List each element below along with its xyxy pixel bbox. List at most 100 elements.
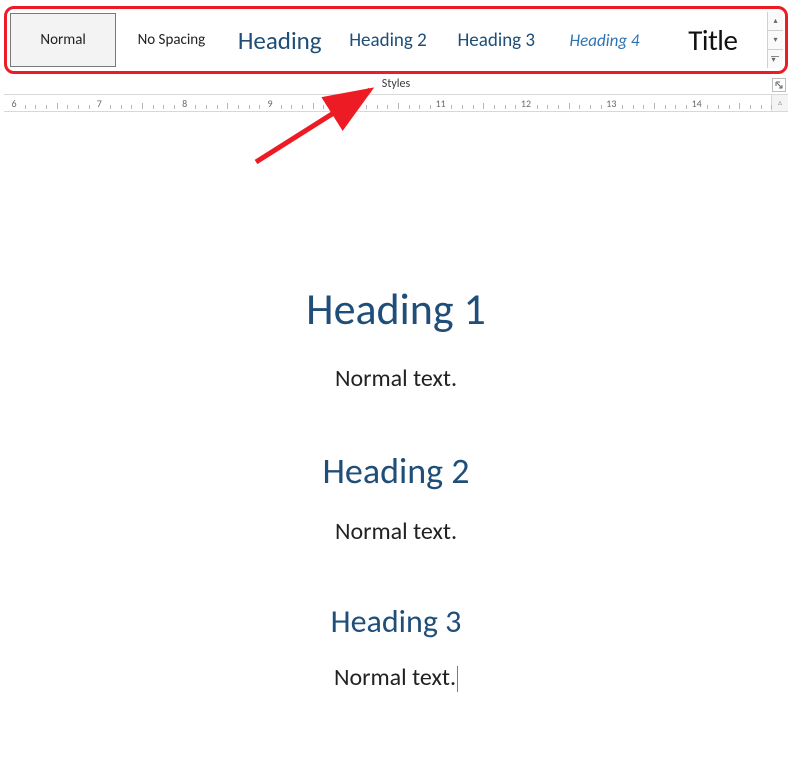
ruler-minor-tick bbox=[163, 105, 164, 109]
ruler-minor-tick bbox=[46, 105, 47, 109]
style-option-label: Heading 2 bbox=[349, 29, 427, 52]
ruler-minor-tick bbox=[665, 105, 666, 109]
ruler-minor-tick bbox=[622, 105, 623, 109]
ruler-minor-tick bbox=[473, 105, 474, 109]
ruler-minor-tick bbox=[206, 105, 207, 109]
ruler-minor-tick bbox=[643, 105, 644, 109]
ruler-minor-tick bbox=[675, 105, 676, 109]
ruler-minor-tick bbox=[707, 105, 708, 109]
styles-dialog-launcher[interactable] bbox=[772, 78, 786, 92]
ruler-minor-tick bbox=[89, 105, 90, 109]
style-option-label: Title bbox=[688, 22, 737, 58]
annotation-highlight-box: Normal No Spacing Heading Heading 2 Heading … bbox=[4, 6, 788, 74]
ruler-minor-tick bbox=[387, 105, 388, 109]
style-option-title[interactable]: Title bbox=[660, 13, 766, 67]
ruler-minor-tick bbox=[419, 105, 420, 109]
ruler-minor-tick bbox=[334, 105, 335, 109]
ruler-minor-tick bbox=[302, 105, 303, 109]
ruler-minor-tick bbox=[505, 105, 506, 109]
doc-paragraph[interactable]: Normal text. bbox=[40, 517, 752, 546]
document-page[interactable]: Heading 1 Normal text. Heading 2 Normal tex… bbox=[0, 142, 792, 772]
ruler-minor-tick bbox=[142, 103, 143, 109]
ruler-minor-tick bbox=[227, 103, 228, 109]
ruler-scroll-icon: ▵ bbox=[772, 95, 788, 111]
ruler-minor-tick bbox=[195, 105, 196, 109]
ruler-minor-tick bbox=[483, 103, 484, 109]
ruler-minor-tick bbox=[590, 105, 591, 109]
ruler-minor-tick bbox=[25, 105, 26, 109]
ruler-minor-tick bbox=[323, 105, 324, 109]
ruler-minor-tick bbox=[313, 103, 314, 109]
ruler-minor-tick bbox=[366, 105, 367, 109]
ruler-mark: 9 bbox=[267, 97, 272, 110]
ruler-minor-tick bbox=[67, 105, 68, 109]
doc-heading[interactable]: Heading 1 bbox=[40, 282, 752, 336]
ruler-minor-tick bbox=[430, 105, 431, 109]
ruler-minor-tick bbox=[57, 103, 58, 109]
ruler-minor-tick bbox=[35, 105, 36, 109]
ruler-mark: 6 bbox=[11, 97, 16, 110]
ruler-minor-tick bbox=[537, 105, 538, 109]
ruler-mark: 11 bbox=[436, 97, 446, 110]
styles-group-label: Styles bbox=[382, 77, 410, 91]
style-option-label: Normal bbox=[40, 31, 85, 49]
ruler-minor-tick bbox=[259, 105, 260, 109]
doc-paragraph[interactable]: Normal text. bbox=[40, 364, 752, 393]
styles-gallery: Normal No Spacing Heading Heading 2 Heading … bbox=[9, 12, 783, 68]
gallery-expand[interactable]: ▾ bbox=[768, 50, 783, 68]
ruler-minor-tick bbox=[110, 105, 111, 109]
ruler-minor-tick bbox=[633, 105, 634, 109]
ruler-mark: 7 bbox=[97, 97, 102, 110]
ruler-minor-tick bbox=[515, 105, 516, 109]
ruler-minor-tick bbox=[547, 105, 548, 109]
ruler-mark: 14 bbox=[692, 97, 702, 110]
style-option-label: Heading bbox=[238, 25, 322, 56]
ruler-minor-tick bbox=[462, 105, 463, 109]
ruler-mark: 12 bbox=[521, 97, 531, 110]
ruler-minor-tick bbox=[131, 105, 132, 109]
ruler-minor-tick bbox=[377, 105, 378, 109]
ruler-minor-tick bbox=[739, 103, 740, 109]
ruler-minor-tick bbox=[761, 105, 762, 109]
ruler-mark: 8 bbox=[182, 97, 187, 110]
ruler-minor-tick bbox=[153, 105, 154, 109]
ruler-minor-tick bbox=[569, 103, 570, 109]
style-option-no-spacing[interactable]: No Spacing bbox=[118, 13, 224, 67]
ruler-minor-tick bbox=[494, 105, 495, 109]
ruler-minor-tick bbox=[558, 105, 559, 109]
horizontal-ruler[interactable]: 6 7 8 9 10 11 12 13 14 ▵ bbox=[4, 94, 788, 112]
ruler-minor-tick bbox=[451, 105, 452, 109]
ruler-minor-tick bbox=[291, 105, 292, 109]
ruler-minor-tick bbox=[398, 103, 399, 109]
ruler-minor-tick bbox=[238, 105, 239, 109]
ruler-minor-tick bbox=[579, 105, 580, 109]
gallery-scroll-up[interactable]: ▴ bbox=[768, 12, 783, 31]
style-option-heading-3[interactable]: Heading 3 bbox=[443, 13, 549, 67]
ruler-minor-tick bbox=[174, 105, 175, 109]
ruler-minor-tick bbox=[750, 105, 751, 109]
style-option-heading[interactable]: Heading bbox=[227, 13, 333, 67]
ruler-minor-tick bbox=[409, 105, 410, 109]
doc-heading[interactable]: Heading 2 bbox=[40, 449, 752, 493]
style-option-heading-4[interactable]: Heading 4 bbox=[551, 13, 657, 67]
style-option-heading-2[interactable]: Heading 2 bbox=[335, 13, 441, 67]
ruler-track: 6 7 8 9 10 11 12 13 14 bbox=[4, 95, 772, 111]
ruler-mark: 13 bbox=[606, 97, 616, 110]
ruler-minor-tick bbox=[718, 105, 719, 109]
ruler-minor-tick bbox=[78, 105, 79, 109]
ruler-minor-tick bbox=[217, 105, 218, 109]
ruler-minor-tick bbox=[345, 105, 346, 109]
ruler-minor-tick bbox=[686, 105, 687, 109]
ribbon-group-row: Styles bbox=[4, 76, 788, 94]
ruler-mark: 10 bbox=[350, 97, 360, 110]
gallery-scroll-down[interactable]: ▾ bbox=[768, 31, 783, 50]
doc-heading[interactable]: Heading 3 bbox=[40, 602, 752, 641]
doc-paragraph[interactable]: Normal text. bbox=[334, 663, 458, 692]
ruler-minor-tick bbox=[654, 103, 655, 109]
gallery-scroll: ▴▾▾ bbox=[767, 12, 783, 68]
style-option-normal[interactable]: Normal bbox=[10, 13, 116, 67]
style-option-label: Heading 3 bbox=[457, 29, 535, 52]
ruler-minor-tick bbox=[249, 105, 250, 109]
ruler-minor-tick bbox=[729, 105, 730, 109]
style-option-label: No Spacing bbox=[138, 31, 206, 49]
